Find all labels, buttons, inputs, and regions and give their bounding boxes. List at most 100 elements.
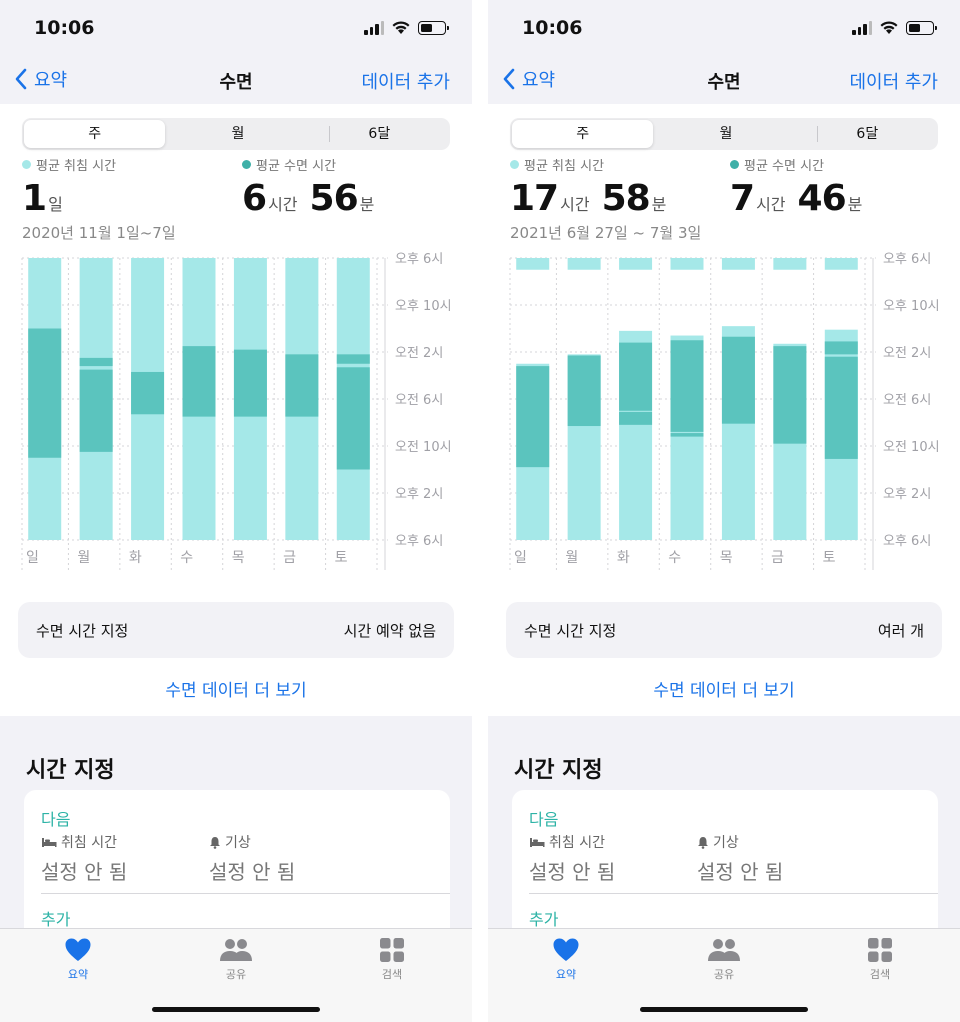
wake-column[interactable]: 기상 설정 안 됨 <box>697 832 783 885</box>
tab-summary[interactable]: 요약 <box>526 937 606 982</box>
asleep-bar <box>182 346 216 417</box>
y-tick-label: 오전 2시 <box>395 346 443 361</box>
add-schedule-label[interactable]: 추가 <box>41 906 70 930</box>
in-bed-dot-icon <box>22 160 31 169</box>
segment-month[interactable]: 월 <box>655 118 796 150</box>
section-title-schedule: 시간 지정 <box>514 758 603 783</box>
metric-unit: 일 <box>48 195 63 214</box>
tab-summary[interactable]: 요약 <box>38 937 118 982</box>
avg-asleep-value: 6 시간 56 분 <box>242 178 386 219</box>
metric-unit: 시간 <box>268 195 298 214</box>
bedtime-value: 설정 안 됨 <box>529 860 616 884</box>
segment-week[interactable]: 주 <box>512 120 654 148</box>
asleep-bar <box>773 346 807 444</box>
period-segmented-control: 주 월 6달 <box>510 118 938 150</box>
people-icon <box>708 939 740 961</box>
y-tick-label: 오후 10시 <box>883 299 940 314</box>
asleep-bar <box>619 342 653 411</box>
signal-icon <box>852 21 872 35</box>
bedtime-column[interactable]: 취침 시간 설정 안 됨 <box>41 832 127 885</box>
avg-asleep-value: 7 시간 46 분 <box>730 178 874 219</box>
x-tick-label: 목 <box>232 550 245 566</box>
y-tick-label: 오후 10시 <box>395 299 452 314</box>
sleep-schedule-row[interactable]: 수면 시간 지정 여러 개 <box>506 602 942 658</box>
avg-in-bed-label: 평균 취침 시간 <box>524 159 605 174</box>
x-tick-label: 토 <box>823 550 836 566</box>
x-tick-label: 화 <box>129 550 142 566</box>
metric-number: 46 <box>797 178 847 219</box>
metric-unit: 분 <box>359 195 375 214</box>
avg-in-bed-metric: 평균 취침 시간 1일 <box>22 155 116 219</box>
home-indicator <box>152 1007 320 1012</box>
avg-in-bed-value: 1일 <box>22 178 116 219</box>
metric-number: 56 <box>309 178 359 219</box>
sleep-schedule-row[interactable]: 수면 시간 지정 시간 예약 없음 <box>18 602 454 658</box>
schedule-card[interactable]: 다음 취침 시간 설정 안 됨 기상 설정 안 됨 추가 <box>512 790 938 940</box>
wake-value: 설정 안 됨 <box>697 860 784 884</box>
x-tick-label: 일 <box>26 550 39 566</box>
asleep-bar <box>670 340 704 432</box>
heart-icon <box>553 938 579 961</box>
metric-unit: 시간 <box>756 195 786 214</box>
asleep-bar <box>131 371 165 415</box>
in-bed-bar <box>670 258 704 270</box>
y-tick-label: 오전 6시 <box>883 393 931 408</box>
y-tick-label: 오전 2시 <box>883 346 931 361</box>
card-divider <box>529 893 938 894</box>
bedtime-column[interactable]: 취침 시간 설정 안 됨 <box>529 832 615 885</box>
bedtime-label: 취침 시간 <box>549 835 605 851</box>
status-bar: 10:06 <box>0 0 472 56</box>
schedule-value: 여러 개 <box>877 622 924 640</box>
back-button[interactable]: 요약 <box>14 66 67 92</box>
tab-sharing[interactable]: 공유 <box>196 937 276 982</box>
asleep-bar <box>79 369 113 452</box>
grid-icon <box>380 938 404 962</box>
avg-asleep-label: 평균 수면 시간 <box>256 159 337 174</box>
screen-right: 10:06 요약 수면 데이터 추가 주 월 6달 평균 취침 시간 17 시간… <box>488 0 960 1022</box>
asleep-bar <box>567 355 601 427</box>
bell-icon <box>210 836 220 849</box>
asleep-bar <box>336 354 370 364</box>
x-tick-label: 월 <box>77 550 90 566</box>
tab-browse[interactable]: 검색 <box>352 937 432 982</box>
segment-month[interactable]: 월 <box>167 118 308 150</box>
show-more-sleep-data-link[interactable]: 수면 데이터 더 보기 <box>488 676 960 701</box>
wake-label: 기상 <box>225 835 251 851</box>
in-bed-bar <box>567 258 601 270</box>
schedule-label: 수면 시간 지정 <box>36 622 129 640</box>
sleep-chart[interactable]: 오후 6시오후 10시오전 2시오전 6시오전 10시오후 2시오후 6시일 월 화… <box>488 246 960 586</box>
segment-week[interactable]: 주 <box>24 120 166 148</box>
metric-unit: 분 <box>651 195 667 214</box>
tab-browse-label: 검색 <box>869 968 891 981</box>
y-tick-label: 오후 6시 <box>395 534 443 549</box>
in-bed-dot-icon <box>510 160 519 169</box>
x-tick-label: 금 <box>771 550 784 566</box>
x-tick-label: 수 <box>668 550 681 566</box>
wake-column[interactable]: 기상 설정 안 됨 <box>209 832 295 885</box>
add-schedule-label[interactable]: 추가 <box>529 906 558 930</box>
schedule-card[interactable]: 다음 취침 시간 설정 안 됨 기상 설정 안 됨 추가 <box>24 790 450 940</box>
date-range: 2021년 6월 27일 ~ 7월 3일 <box>510 224 702 242</box>
add-data-button[interactable]: 데이터 추가 <box>849 68 938 94</box>
wifi-icon <box>392 21 410 34</box>
show-more-sleep-data-link[interactable]: 수면 데이터 더 보기 <box>0 676 472 701</box>
schedule-label: 수면 시간 지정 <box>524 622 617 640</box>
battery-icon <box>418 21 449 35</box>
avg-asleep-metric: 평균 수면 시간 6 시간 56 분 <box>242 155 386 219</box>
metric-number: 6 <box>242 178 267 219</box>
status-time: 10:06 <box>522 17 583 39</box>
x-tick-label: 월 <box>565 550 578 566</box>
tab-summary-label: 요약 <box>555 968 577 981</box>
bed-icon <box>42 838 57 847</box>
add-data-button[interactable]: 데이터 추가 <box>361 68 450 94</box>
nav-bar: 요약 수면 데이터 추가 <box>488 56 960 104</box>
battery-icon <box>906 21 937 35</box>
tab-sharing[interactable]: 공유 <box>684 937 764 982</box>
section-title-schedule: 시간 지정 <box>26 758 115 783</box>
status-bar: 10:06 <box>488 0 960 56</box>
back-button[interactable]: 요약 <box>502 66 555 92</box>
sleep-chart[interactable]: 오후 6시오후 10시오전 2시오전 6시오전 10시오후 2시오후 6시일 월 화… <box>0 246 472 586</box>
tab-browse[interactable]: 검색 <box>840 937 920 982</box>
date-range: 2020년 11월 1일~7일 <box>22 224 176 242</box>
y-tick-label: 오전 6시 <box>395 393 443 408</box>
